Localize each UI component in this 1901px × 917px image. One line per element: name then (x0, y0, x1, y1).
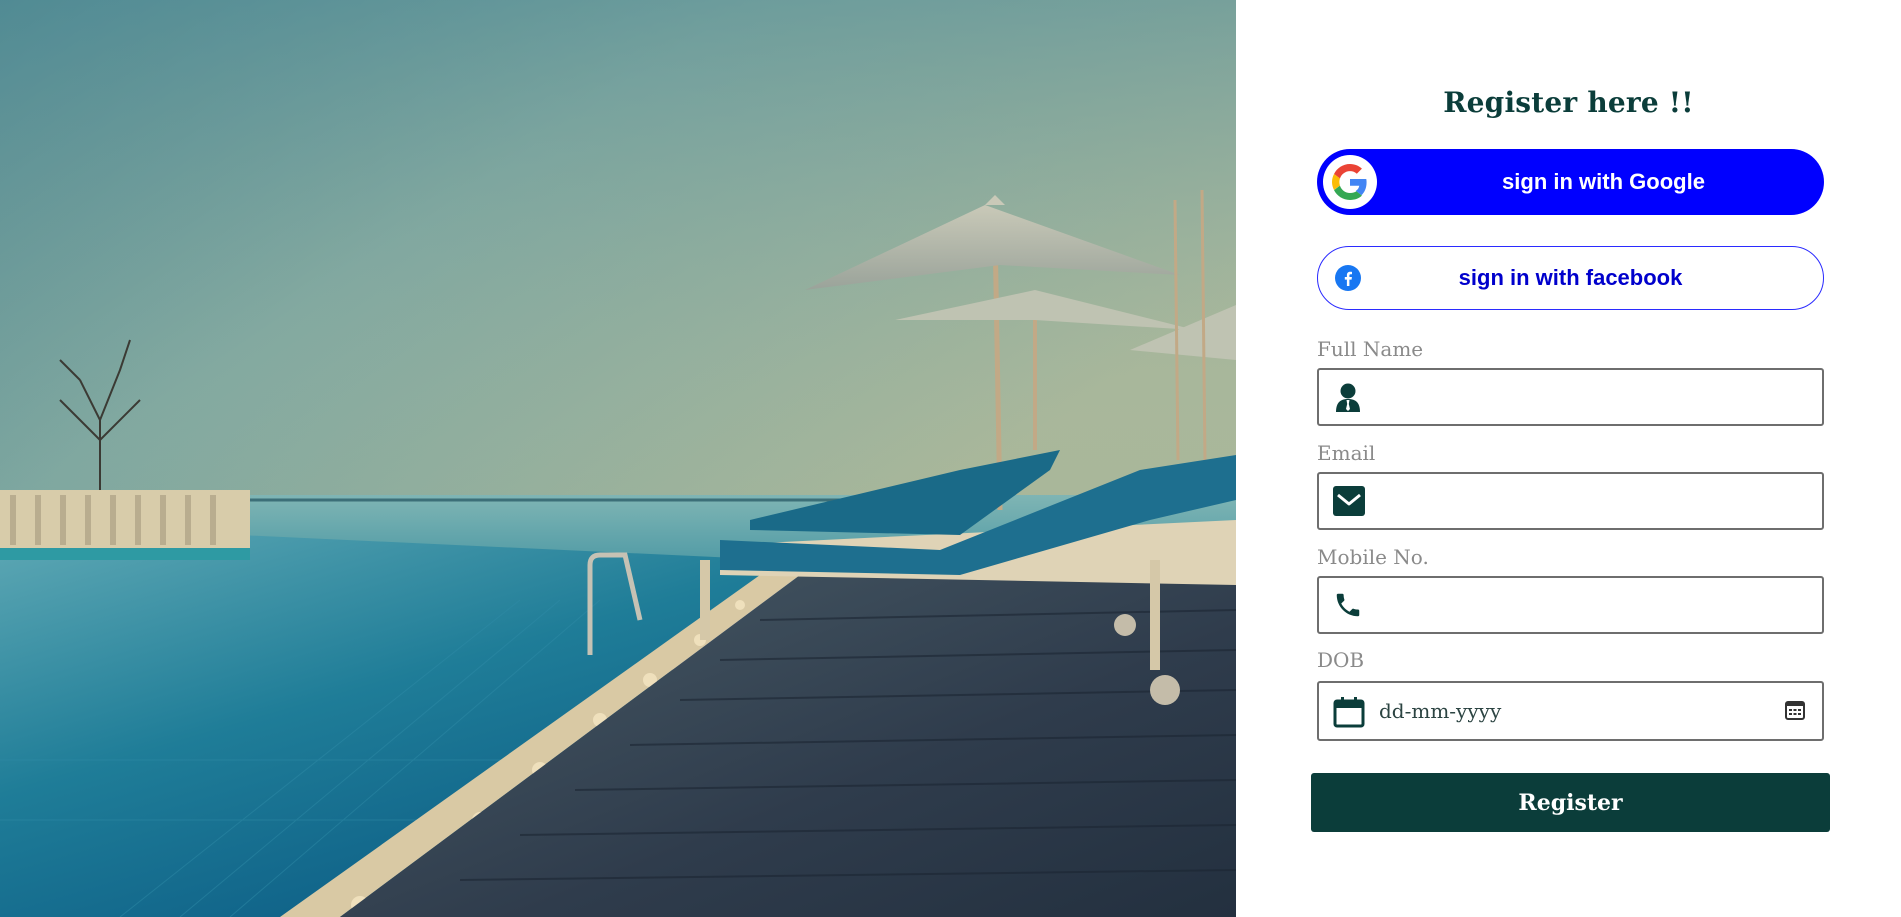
register-panel: Register here !! sign in with Google sig… (1236, 0, 1901, 917)
calendar-icon (1333, 696, 1365, 728)
email-label: Email (1317, 441, 1376, 465)
register-button[interactable]: Register (1311, 773, 1830, 832)
dob-input[interactable] (1379, 683, 1774, 739)
user-icon (1333, 382, 1363, 412)
full-name-input[interactable] (1379, 370, 1774, 424)
mobile-field (1317, 576, 1824, 634)
email-input[interactable] (1379, 474, 1774, 528)
mobile-input[interactable] (1379, 578, 1774, 632)
full-name-label: Full Name (1317, 337, 1424, 361)
dob-field (1317, 681, 1824, 741)
dob-label: DOB (1317, 648, 1365, 672)
google-signin-label: sign in with Google (1502, 169, 1705, 194)
facebook-signin-button[interactable]: sign in with facebook (1317, 246, 1824, 310)
phone-icon (1333, 590, 1363, 620)
google-signin-button[interactable]: sign in with Google (1317, 149, 1824, 215)
hero-image (0, 0, 1236, 917)
mail-icon (1333, 486, 1365, 516)
facebook-signin-label: sign in with facebook (1458, 265, 1683, 290)
email-field (1317, 472, 1824, 530)
mobile-label: Mobile No. (1317, 545, 1429, 569)
google-icon (1323, 155, 1377, 209)
page-title: Register here !! (1443, 86, 1694, 119)
calendar-picker-icon[interactable] (1784, 699, 1806, 721)
full-name-field (1317, 368, 1824, 426)
page: Register here !! sign in with Google sig… (0, 0, 1901, 917)
